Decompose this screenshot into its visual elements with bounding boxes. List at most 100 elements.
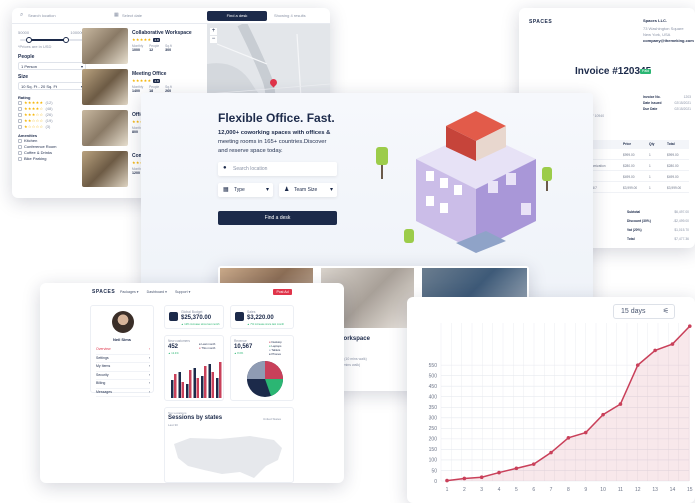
grid-icon: ▦ bbox=[223, 187, 229, 193]
checkbox[interactable] bbox=[18, 101, 22, 105]
chevron-down-icon: ▾ bbox=[329, 187, 333, 193]
sessions-sub: Last 30 bbox=[168, 423, 178, 427]
x-tick-label: 14 bbox=[670, 487, 676, 493]
invoice-cell: $499.00 bbox=[623, 175, 635, 179]
customers-card: New customers 452 ▲ 12.4% ● Last month ● … bbox=[164, 335, 224, 401]
checkbox[interactable] bbox=[18, 145, 22, 149]
team-size-select[interactable]: ♟ Team Size ▾ bbox=[279, 183, 337, 197]
listing-photo[interactable] bbox=[82, 110, 128, 146]
rating-option[interactable]: ★☆☆☆☆ (3) bbox=[18, 124, 86, 130]
post-ad-button[interactable]: Post Ad bbox=[273, 289, 292, 295]
checkbox[interactable] bbox=[18, 119, 22, 123]
listing-stats: Monthly 1400 People 18 Sq.ft 260 bbox=[132, 85, 200, 93]
search-icon: ⌕ bbox=[20, 12, 24, 18]
pie-chart bbox=[247, 361, 284, 397]
dashboard-nav-item[interactable]: Support ▾ bbox=[175, 290, 190, 294]
listing-stat: Sq.ft 260 bbox=[165, 85, 172, 93]
budget-delta: ▲ 12% increase since last month bbox=[181, 323, 220, 326]
listing-stats: Monthly 1000 People 12 Sq.ft 300 bbox=[132, 44, 200, 52]
hero-title: Flexible Office. Fast. bbox=[218, 111, 335, 125]
summary-row: Total $7,477.36 bbox=[627, 235, 689, 244]
people-select[interactable]: 1 Person ▾ bbox=[18, 62, 86, 70]
listing-card[interactable]: Collaborative Workspace ★★★★★ 4.8 Monthly 10… bbox=[82, 28, 200, 64]
data-point bbox=[670, 342, 675, 346]
dashboard-nav-item[interactable]: Dashboard ▾ bbox=[147, 290, 167, 294]
checkbox[interactable] bbox=[18, 139, 22, 143]
profile-card: Neil Sims Overview › Settings › My Items › Sec… bbox=[90, 305, 154, 397]
filters-sidebar: 50000 1000000 *Prices are in USD People … bbox=[18, 30, 86, 162]
invoice-cell: 1 bbox=[649, 175, 651, 179]
listing-photo[interactable] bbox=[82, 28, 128, 64]
slider-handle-max[interactable] bbox=[63, 37, 69, 43]
type-select[interactable]: ▦ Type ▾ bbox=[218, 183, 273, 197]
price-slider[interactable] bbox=[18, 37, 86, 43]
find-desk-button[interactable]: Find a desk bbox=[207, 11, 267, 21]
listing-photo[interactable] bbox=[82, 69, 128, 105]
customers-delta: ▲ 12.4% bbox=[168, 352, 179, 355]
y-tick-label: 50 bbox=[431, 468, 437, 474]
profile-menu-item[interactable]: Settings › bbox=[96, 355, 150, 363]
hero-location-input[interactable]: ● Search location bbox=[218, 162, 337, 176]
rating-stars: ★☆☆☆☆ bbox=[24, 124, 44, 129]
mini-bar bbox=[171, 380, 174, 398]
x-tick-label: 9 bbox=[584, 487, 587, 493]
map-pin-icon: ● bbox=[223, 165, 227, 171]
legend-entry: ● This month bbox=[199, 346, 215, 350]
zoom-out-button[interactable]: − bbox=[210, 36, 217, 43]
menu-label: Billing bbox=[96, 381, 106, 385]
listing-info: Meeting Office ★★★★★ 4.8 Monthly 1400 People 1… bbox=[132, 71, 200, 93]
search-bar: ⌕ Search location ▦ Select date Find a d… bbox=[12, 8, 330, 24]
zoom-in-button[interactable]: + bbox=[210, 28, 217, 35]
listing-stars: ★★★★★ bbox=[132, 37, 152, 42]
amenity-option[interactable]: Bike Parking bbox=[18, 156, 86, 162]
chevron-right-icon: › bbox=[148, 372, 150, 377]
data-point bbox=[601, 412, 605, 417]
checkbox[interactable] bbox=[18, 157, 22, 161]
invoice-cell: $3,999.00 bbox=[667, 186, 682, 190]
invoice-logo: SPACES bbox=[529, 19, 553, 25]
data-point bbox=[583, 430, 588, 435]
mini-bar bbox=[189, 370, 192, 398]
sales-card: Sales $3,220.00 ▲ 7% increase since last… bbox=[230, 305, 294, 329]
y-tick-label: 300 bbox=[429, 416, 438, 422]
price-note: *Prices are in USD bbox=[18, 44, 52, 49]
range-select[interactable]: 15 days ⚟ bbox=[613, 304, 675, 319]
slider-handle-min[interactable] bbox=[26, 37, 32, 43]
summary-row: Subtotal $6,497.00 bbox=[627, 208, 689, 217]
checkbox[interactable] bbox=[18, 125, 22, 129]
dashboard-nav-item[interactable]: Packages ▾ bbox=[120, 290, 139, 294]
revenue-delta: ▲ 8.6% bbox=[234, 352, 244, 355]
chevron-right-icon: › bbox=[148, 355, 150, 360]
size-select[interactable]: 10 Sq. Ft - 20 Sq. Ft▾ bbox=[18, 82, 86, 90]
revenue-card: Revenue 10,567 ▲ 8.6% ● Desktop ● Laptops… bbox=[230, 335, 294, 401]
menu-label: Overview bbox=[96, 347, 111, 351]
date-input[interactable]: Select date bbox=[122, 13, 142, 18]
column-header: Price bbox=[623, 142, 632, 146]
meta-label: Due Date bbox=[643, 107, 658, 111]
data-point bbox=[618, 402, 623, 406]
sales-value: $3,220.00 bbox=[247, 315, 274, 321]
chevron-right-icon: › bbox=[148, 381, 150, 385]
location-input[interactable]: Search location bbox=[28, 13, 56, 18]
chevron-down-icon: ▾ bbox=[80, 64, 83, 69]
customers-value: 452 bbox=[168, 344, 179, 350]
hero-find-desk-button[interactable]: Find a desk bbox=[218, 211, 337, 225]
listing-photo[interactable] bbox=[82, 151, 128, 187]
sales-delta: ▲ 7% increase since last month bbox=[247, 323, 285, 326]
y-tick-label: 150 bbox=[429, 447, 438, 453]
checkbox[interactable] bbox=[18, 151, 22, 155]
avatar[interactable] bbox=[112, 311, 134, 333]
profile-menu-item[interactable]: Overview › bbox=[96, 346, 150, 355]
y-tick-label: 450 bbox=[429, 384, 438, 390]
checkbox[interactable] bbox=[18, 113, 22, 117]
profile-menu-item[interactable]: Billing › bbox=[96, 380, 150, 389]
data-point bbox=[549, 450, 553, 455]
budget-card: Global Budget $25,370.00 ▲ 12% increase … bbox=[164, 305, 224, 329]
profile-menu-item[interactable]: My Items › bbox=[96, 363, 150, 372]
y-tick-label: 0 bbox=[434, 479, 437, 485]
checkbox[interactable] bbox=[18, 107, 22, 111]
sessions-filter[interactable]: United States bbox=[263, 417, 281, 422]
profile-menu-item[interactable]: Messages › bbox=[96, 389, 150, 397]
profile-menu-item[interactable]: Security › bbox=[96, 372, 150, 380]
invoice-meta: Invoice No. 1203 Date Issued 02/15/2021 Due … bbox=[643, 94, 691, 112]
